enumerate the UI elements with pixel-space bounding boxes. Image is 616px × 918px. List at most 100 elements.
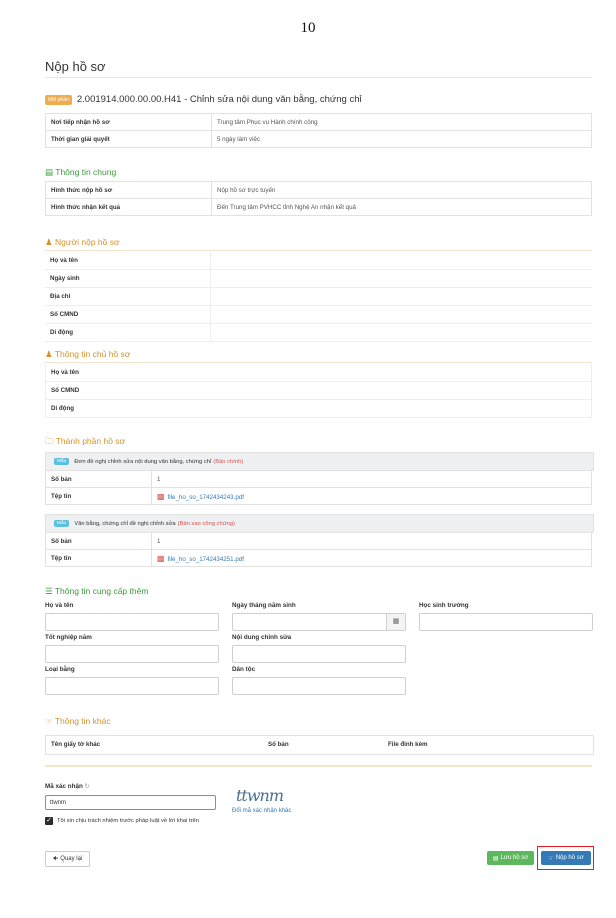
row-label: Số bản	[45, 532, 152, 550]
agreement-row: ✓ Tôi xin chịu trách nhiệm trước pháp lu…	[45, 817, 199, 825]
hand-icon: ☞	[548, 855, 554, 862]
field-label: Họ và tên	[45, 602, 74, 609]
column-header: Tên giấy tờ khác	[51, 741, 101, 748]
full-name-input[interactable]	[45, 613, 219, 631]
document-table: Số bản 1 Tệp tin ▩ file_ho_so_1742434243.…	[45, 470, 592, 505]
document-name: Đơn đề nghị chỉnh sửa nội dung văn bằng,…	[74, 458, 212, 465]
captcha-input[interactable]: ttwnm	[45, 795, 216, 810]
folder-icon: 🗀	[45, 436, 54, 446]
table-row: Thời gian giải quyết 5 ngày làm việc	[45, 130, 592, 148]
save-button[interactable]: ▤ Lưu hồ sơ	[487, 851, 534, 865]
field-label: Tốt nghiệp năm	[45, 634, 92, 641]
row-value	[211, 364, 592, 382]
components-section-heading: 🗀 Thành phần hồ sơ	[45, 436, 125, 450]
hand-icon: ☞	[45, 716, 53, 726]
row-value	[210, 305, 592, 324]
row-label: Thời gian giải quyết	[45, 130, 212, 148]
template-badge[interactable]: Mẫu	[54, 458, 70, 465]
file-link[interactable]: file_ho_so_1742434243.pdf	[168, 494, 244, 501]
row-label: Di động	[45, 399, 211, 418]
submit-button[interactable]: ☞ Nộp hồ sơ	[541, 851, 591, 865]
table-row: Nơi tiếp nhận hồ sơ Trung tâm Phục vụ Hà…	[45, 113, 592, 131]
field-label: Loại bằng	[45, 666, 75, 673]
ethnicity-input[interactable]	[232, 677, 406, 695]
captcha-label: Mã xác nhận ↻	[45, 783, 90, 790]
agreement-checkbox[interactable]: ✓	[45, 817, 53, 825]
field-label: Ngày tháng năm sinh	[232, 602, 296, 609]
section-title: Thông tin chung	[55, 167, 117, 177]
graduation-year-input[interactable]	[45, 645, 219, 663]
file-link[interactable]: file_ho_so_1742434251.pdf	[168, 556, 244, 563]
table-row: Tệp tin ▩ file_ho_so_1742434251.pdf	[45, 549, 592, 567]
row-value: Nộp hồ sơ trực tuyến	[211, 181, 592, 199]
row-label: Địa chỉ	[45, 287, 211, 306]
document-icon: ☰	[45, 586, 53, 596]
user-icon: ♟	[45, 349, 53, 359]
procedure-level-badge: Một phần	[45, 94, 72, 105]
table-row: Số bản 1	[45, 470, 592, 488]
general-section-heading: ▤ Thông tin chung	[45, 167, 116, 178]
page-title: Nộp hồ sơ	[45, 59, 106, 74]
row-value	[210, 287, 592, 306]
school-input[interactable]	[419, 613, 593, 631]
table-row: Hình thức nộp hồ sơ Nộp hồ sơ trực tuyến	[45, 181, 592, 199]
user-icon: ♟	[45, 237, 53, 247]
refresh-captcha-link[interactable]: Đổi mã xác nhận khác	[232, 808, 291, 814]
document-header: Mẫu Đơn đề nghị chỉnh sửa nội dung văn b…	[45, 452, 594, 471]
arrow-left-icon: 🠈	[52, 856, 59, 862]
pdf-icon: ▩	[157, 491, 165, 501]
row-label: Tệp tin	[45, 487, 152, 505]
field-label: Nội dung chỉnh sửa	[232, 634, 292, 641]
extra-section-heading: ☰ Thông tin cung cấp thêm	[45, 586, 148, 597]
pdf-icon: ▩	[157, 553, 165, 563]
document-name: Văn bằng, chứng chỉ đề nghị chỉnh sửa	[74, 520, 176, 527]
agreement-text: Tôi xin chịu trách nhiệm trước pháp luật…	[57, 818, 199, 824]
edit-content-input[interactable]	[232, 645, 406, 663]
divider	[45, 765, 592, 767]
row-label: Họ và tên	[45, 364, 211, 382]
row-value: Trung tâm Phục vụ Hành chính công	[211, 113, 592, 131]
owner-table: Họ và tên Số CMND Di động	[45, 364, 592, 418]
captcha-image: ttwnm	[236, 786, 284, 805]
row-value: 5 ngày làm việc	[211, 130, 592, 148]
document-note: (Bản chính)	[213, 458, 244, 465]
row-label: Nơi tiếp nhận hồ sơ	[45, 113, 212, 131]
table-row: Hình thức nhận kết quả Đến Trung tâm PVH…	[45, 198, 592, 216]
birth-date-input[interactable]: ▦	[232, 613, 406, 631]
procedure-info-table: Nơi tiếp nhận hồ sơ Trung tâm Phục vụ Hà…	[45, 113, 592, 148]
section-title: Thông tin chủ hồ sơ	[54, 349, 131, 359]
degree-rank-input[interactable]	[45, 677, 219, 695]
divider	[45, 362, 592, 363]
row-label: Ngày sinh	[45, 269, 211, 288]
procedure-header: Một phần 2.001914.000.00.00.H41 - Chỉnh …	[45, 94, 362, 105]
row-label: Số CMND	[45, 305, 211, 324]
document-note: (Bản sao công chứng)	[177, 520, 235, 527]
row-value	[211, 381, 592, 400]
row-label: Họ và tên	[45, 252, 211, 270]
general-info-table: Hình thức nộp hồ sơ Nộp hồ sơ trực tuyến…	[45, 181, 592, 216]
row-label: Hình thức nhận kết quả	[45, 198, 212, 216]
row-value: 1	[151, 532, 592, 550]
divider	[45, 77, 592, 78]
page-number: 10	[300, 20, 316, 36]
section-title: Người nộp hồ sơ	[55, 237, 120, 247]
refresh-icon: ↻	[84, 783, 90, 790]
column-header: Số bản	[268, 741, 289, 748]
calendar-icon[interactable]: ▦	[386, 614, 405, 630]
owner-section-heading: ♟ Thông tin chủ hồ sơ	[45, 349, 130, 360]
section-title: Thành phần hồ sơ	[55, 436, 126, 446]
row-label: Tệp tin	[45, 549, 152, 567]
document-table: Số bản 1 Tệp tin ▩ file_ho_so_1742434251.…	[45, 532, 592, 567]
back-button[interactable]: 🠈 Quay lại	[45, 851, 90, 867]
other-docs-table-header: Tên giấy tờ khác Số bản File đính kèm	[45, 735, 594, 755]
table-row: Số bản 1	[45, 532, 592, 550]
field-label: Dân tộc	[232, 666, 256, 673]
row-label: Di động	[45, 323, 211, 342]
template-badge[interactable]: Mẫu	[54, 520, 70, 527]
field-label: Học sinh trường	[419, 602, 469, 609]
row-label: Hình thức nộp hồ sơ	[45, 181, 212, 199]
submitter-table: Họ và tên Ngày sinh Địa chỉ Số CMND Di đ…	[45, 252, 592, 342]
table-row: Tệp tin ▩ file_ho_so_1742434243.pdf	[45, 487, 592, 505]
submitter-section-heading: ♟ Người nộp hồ sơ	[45, 237, 120, 248]
save-icon: ▤	[492, 855, 499, 862]
